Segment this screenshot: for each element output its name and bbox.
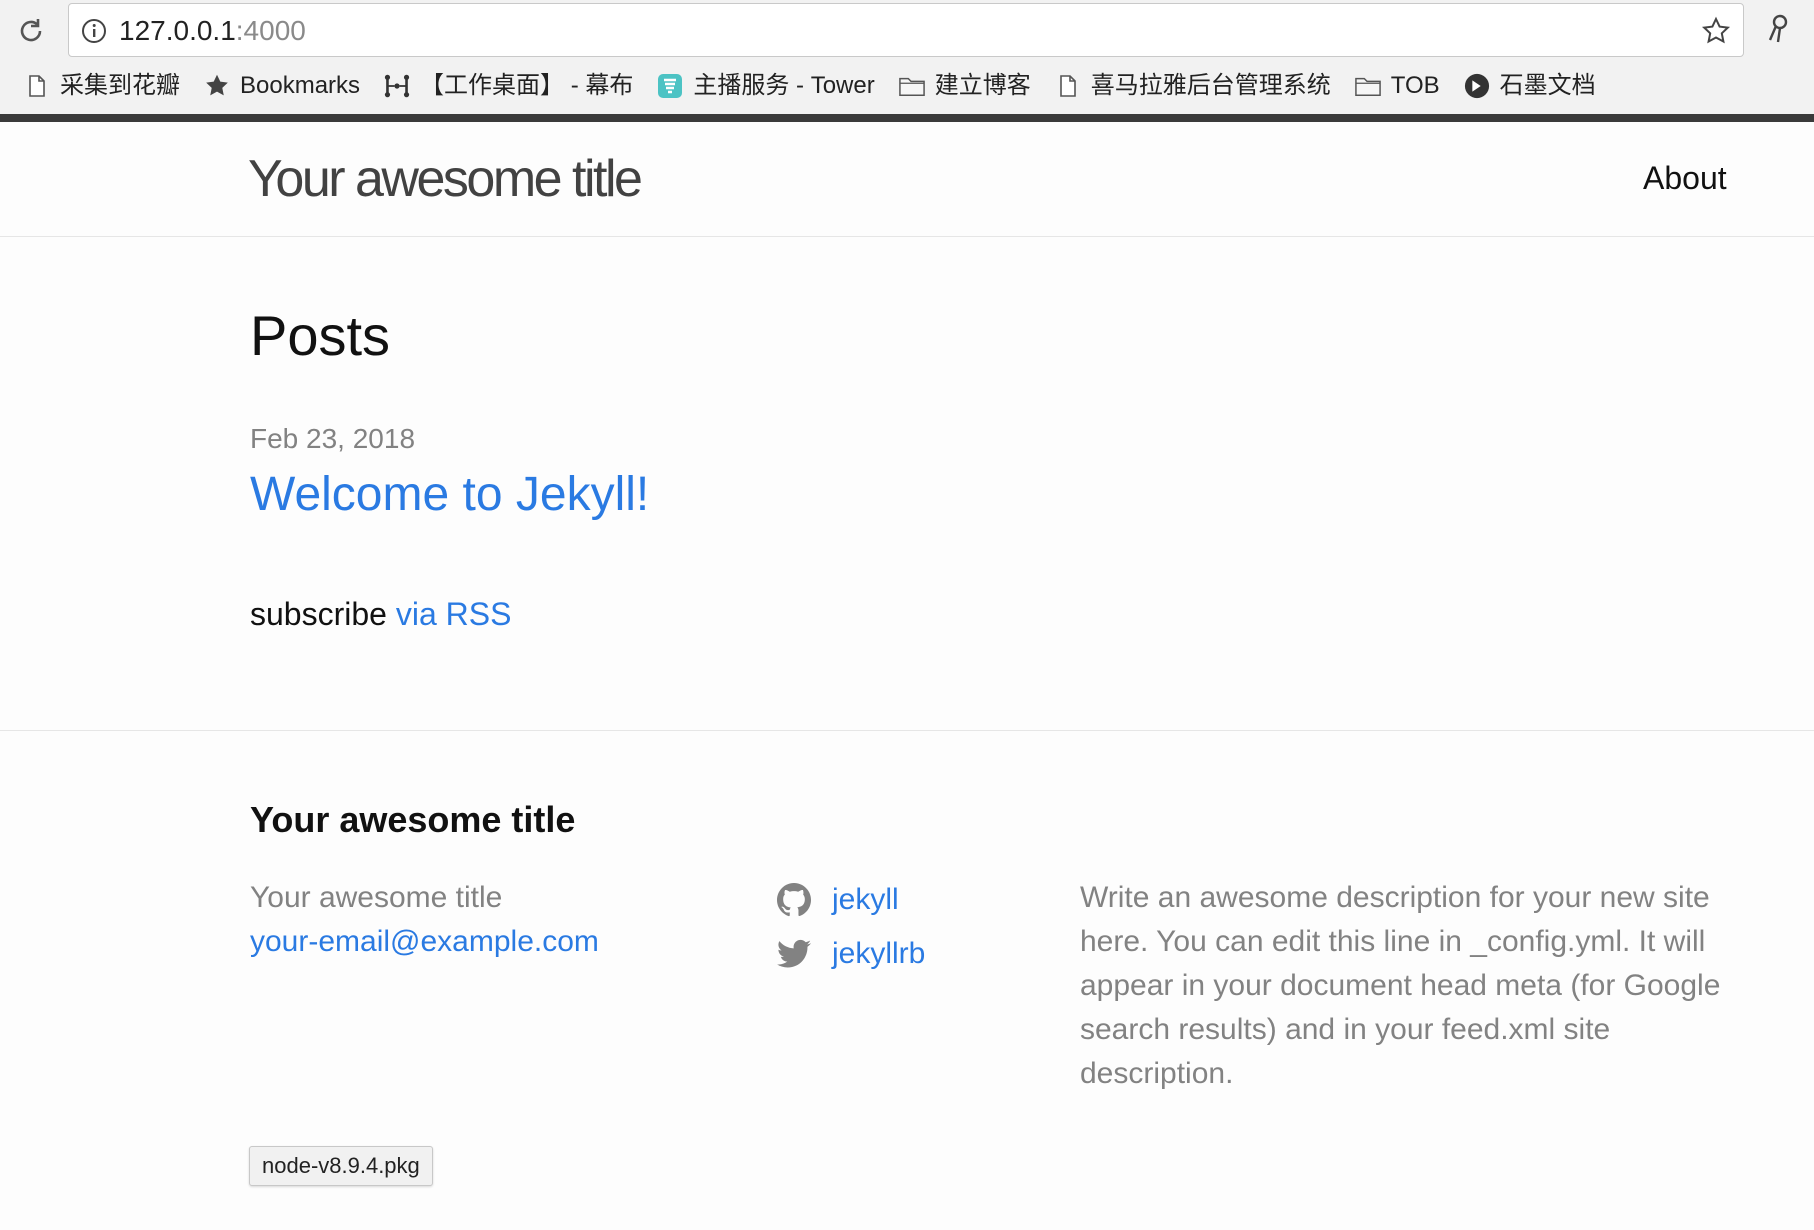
bookmark-label: Bookmarks (240, 72, 361, 99)
bookmark-tob-folder[interactable]: TOB (1354, 72, 1440, 100)
bookmark-mubu[interactable]: 【工作桌面】 - 幕布 (384, 72, 633, 100)
rss-subscribe: subscribe via RSS (250, 594, 511, 634)
footer-heading: Your awesome title (250, 799, 576, 840)
bookmark-label: TOB (1390, 72, 1440, 99)
reload-icon[interactable] (14, 14, 48, 48)
rss-prefix: subscribe (250, 596, 387, 632)
download-tooltip-node-pkg[interactable]: node-v8.9.4.pkg (249, 1146, 433, 1186)
post-date: Feb 23, 2018 (250, 423, 416, 454)
main-content: Posts Feb 23, 2018 Welcome to Jekyll! su… (0, 238, 1814, 731)
page-icon (24, 73, 50, 99)
posts-heading: Posts (250, 304, 391, 367)
bookmark-label: 主播服务 - Tower (693, 72, 875, 99)
github-username: jekyll (832, 883, 899, 916)
github-icon (776, 882, 812, 918)
footer-contact: Your awesome title your-email@example.co… (250, 876, 599, 964)
site-header: Your awesome title About (0, 122, 1814, 237)
chrome-divider (0, 114, 1814, 122)
page-icon (1055, 73, 1081, 99)
mubu-icon (384, 73, 410, 99)
bookmark-tower[interactable]: 主播服务 - Tower (657, 72, 875, 100)
twitter-link[interactable]: jekyllrb (776, 932, 925, 976)
bookmark-label: 喜马拉雅后台管理系统 (1090, 72, 1331, 99)
bookmark-bookmarks[interactable]: Bookmarks (204, 72, 360, 100)
bookmark-ximalaya[interactable]: 喜马拉雅后台管理系统 (1055, 72, 1331, 100)
post-title-link[interactable]: Welcome to Jekyll! (250, 466, 649, 524)
site-title-link[interactable]: Your awesome title (248, 148, 643, 210)
bookmarks-bar: 采集到花瓣 Bookmarks 【工作桌面】 - 幕布 主播服务 - Tower… (0, 64, 1814, 108)
bookmark-label: 采集到花瓣 (60, 72, 180, 99)
bookmark-label: 【工作桌面】 - 幕布 (420, 72, 634, 99)
bookmark-star-icon[interactable] (1701, 16, 1731, 46)
footer-site-name: Your awesome title (250, 881, 503, 914)
browser-chrome: 127.0.0.1:4000 采集到花瓣 Bookmarks 【工作桌面】 - … (0, 0, 1814, 122)
twitter-icon (776, 936, 812, 972)
url-port: :4000 (235, 15, 306, 46)
rss-link[interactable]: via RSS (396, 596, 512, 632)
info-icon[interactable] (81, 18, 107, 44)
twitter-username: jekyllrb (832, 937, 926, 970)
bookmark-shimo[interactable]: 石墨文档 (1464, 72, 1596, 100)
bookmark-caiji-huaban[interactable]: 采集到花瓣 (24, 72, 180, 100)
folder-icon (1354, 73, 1381, 99)
bookmark-blog-folder[interactable]: 建立博客 (898, 72, 1031, 100)
github-link[interactable]: jekyll (776, 878, 925, 922)
nav-about-link[interactable]: About (1643, 158, 1727, 198)
tower-icon (657, 73, 683, 99)
folder-icon (898, 73, 925, 99)
site-description: Write an awesome description for your ne… (1080, 881, 1721, 1090)
address-bar[interactable]: 127.0.0.1:4000 (68, 3, 1744, 57)
bookmark-label: 建立博客 (934, 72, 1031, 99)
url-host: 127.0.0.1 (119, 15, 236, 46)
extension-icon[interactable] (1762, 12, 1794, 46)
address-url[interactable]: 127.0.0.1:4000 (119, 15, 306, 47)
shimo-icon (1464, 73, 1490, 99)
footer-social: jekyll jekyllrb (776, 878, 925, 986)
star-icon (204, 73, 230, 99)
bookmark-label: 石墨文档 (1499, 72, 1596, 99)
footer-email-link[interactable]: your-email@example.com (250, 920, 599, 964)
